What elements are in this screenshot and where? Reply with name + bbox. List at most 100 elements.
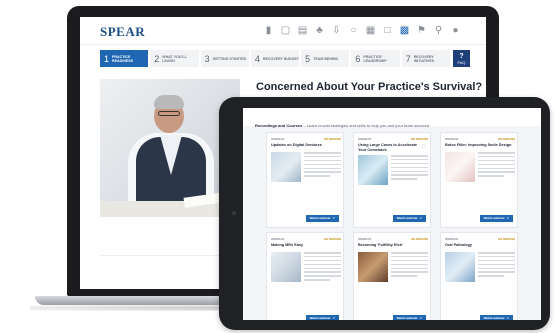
bar-chart-icon[interactable]: ▮ bbox=[263, 25, 274, 36]
faq-label: FAQ bbox=[457, 60, 466, 65]
step-label: PRACTICE LEADERSHIP bbox=[363, 54, 387, 63]
card-meta: WEBINAR ON DEMAND bbox=[271, 237, 341, 242]
step-label: RECOVERY BUDGET bbox=[262, 56, 300, 61]
card-badge: ON DEMAND bbox=[410, 237, 428, 241]
webinar-card[interactable]: WEBINAR ON DEMAND Oral Pathology Watch w… bbox=[440, 232, 518, 320]
recordings-subtitle: – Learn crucial strategies and skills to… bbox=[302, 123, 430, 128]
card-type: WEBINAR bbox=[271, 237, 285, 241]
card-meta: WEBINAR ON DEMAND bbox=[358, 237, 428, 242]
step-number: 1 bbox=[104, 53, 110, 64]
external-link-icon: ➚ bbox=[331, 316, 335, 320]
card-thumbnail bbox=[358, 252, 388, 282]
watch-webinar-button[interactable]: Watch webinar ➚ bbox=[305, 315, 339, 320]
step-label: GETTING STARTED bbox=[212, 56, 247, 61]
watch-webinar-button[interactable]: Watch webinar ➚ bbox=[392, 315, 426, 320]
person-hair bbox=[154, 95, 184, 109]
step-1[interactable]: 1 PRACTICE READINESS bbox=[100, 50, 149, 67]
question-icon: ? bbox=[459, 53, 464, 60]
card-thumbnail bbox=[445, 152, 475, 182]
card-title: Becoming 'Fulfillity Rich' bbox=[358, 243, 404, 247]
card-badge: ON DEMAND bbox=[410, 137, 428, 141]
card-meta: WEBINAR ON DEMAND bbox=[445, 237, 515, 242]
webinar-card[interactable]: WEBINAR ON DEMAND Updates on Digital Den… bbox=[266, 132, 344, 228]
watch-webinar-button[interactable]: Watch webinar ➚ bbox=[392, 215, 426, 222]
book-icon[interactable]: ▤ bbox=[297, 25, 308, 36]
step-number: 4 bbox=[254, 53, 260, 64]
webinar-card[interactable]: WEBINAR ON DEMAND Botox Filler: Improvin… bbox=[440, 132, 518, 228]
document-icon[interactable]: □ bbox=[382, 25, 393, 36]
step-number: 7 bbox=[405, 53, 411, 64]
download-icon[interactable]: ⇩ bbox=[331, 25, 342, 36]
tablet-camera bbox=[232, 211, 236, 215]
step-number: 5 bbox=[305, 53, 311, 64]
card-thumbnail bbox=[271, 252, 301, 282]
watch-webinar-button[interactable]: Watch webinar ➚ bbox=[479, 315, 513, 320]
step-label: RECOVERY INITIATIVES bbox=[413, 54, 435, 63]
step-number: 2 bbox=[154, 53, 160, 64]
card-badge: ON DEMAND bbox=[323, 237, 341, 241]
card-title: Botox Filler: Improving Smile Design bbox=[445, 143, 512, 147]
card-thumbnail bbox=[358, 155, 388, 185]
card-type: WEBINAR bbox=[358, 237, 372, 241]
step-3[interactable]: 3 GETTING STARTED bbox=[200, 50, 249, 67]
step-label: PRACTICE READINESS bbox=[112, 54, 133, 63]
step-7[interactable]: 7 RECOVERY INITIATIVES bbox=[401, 50, 450, 67]
card-thumbnail bbox=[445, 252, 475, 282]
tablet-screen: Recordings and Courses – Learn crucial s… bbox=[243, 108, 541, 320]
card-type: WEBINAR bbox=[358, 137, 372, 141]
watch-label: Watch webinar bbox=[309, 316, 331, 320]
recordings-title: Recordings and Courses bbox=[255, 123, 303, 128]
watch-webinar-button[interactable]: Watch webinar ➚ bbox=[479, 215, 513, 222]
page-title: Concerned About Your Practice's Survival… bbox=[256, 81, 483, 93]
card-badge: ON DEMAND bbox=[323, 137, 341, 141]
card-meta: WEBINAR ON DEMAND bbox=[271, 137, 341, 142]
watch-label: Watch webinar bbox=[309, 216, 331, 220]
user-icon[interactable]: ● bbox=[450, 25, 461, 36]
watch-label: Watch webinar bbox=[396, 316, 418, 320]
watch-webinar-button[interactable]: Watch webinar ➚ bbox=[305, 215, 339, 222]
site-header: SPEAR ▮ ▢ ▤ ♣ ⇩ ○ ▦ □ ▩ ⚑ ⚲ ● bbox=[80, 17, 486, 45]
step-4[interactable]: 4 RECOVERY BUDGET bbox=[250, 50, 300, 67]
progress-steps: 1 PRACTICE READINESS 2 WHAT YOU'LL LEARN… bbox=[100, 50, 470, 67]
external-link-icon: ➚ bbox=[418, 216, 422, 220]
device-mockup: SPEAR ▮ ▢ ▤ ♣ ⇩ ○ ▦ □ ▩ ⚑ ⚲ ● 1 PRACTICE… bbox=[0, 0, 554, 333]
bookmark-icon[interactable]: ⚑ bbox=[416, 25, 427, 36]
card-title: Making MRs Easy bbox=[271, 243, 304, 247]
grid-icon[interactable]: ▩ bbox=[399, 25, 410, 36]
tooth-icon[interactable]: ♣ bbox=[314, 25, 325, 36]
calendar-icon[interactable]: ▦ bbox=[365, 25, 376, 36]
webinar-card[interactable]: WEBINAR ON DEMAND Making MRs Easy Watch … bbox=[266, 232, 344, 320]
card-type: WEBINAR bbox=[271, 137, 285, 141]
card-type: WEBINAR bbox=[445, 237, 459, 241]
step-number: 6 bbox=[355, 53, 361, 64]
card-title: Oral Pathology bbox=[445, 243, 473, 247]
watch-label: Watch webinar bbox=[483, 216, 505, 220]
faq-button[interactable]: ? FAQ bbox=[453, 50, 470, 67]
card-thumbnail bbox=[271, 152, 301, 182]
step-6[interactable]: 6 PRACTICE LEADERSHIP bbox=[351, 50, 400, 67]
card-description bbox=[304, 252, 341, 283]
chat-icon[interactable]: ○ bbox=[348, 25, 359, 36]
card-badge: ON DEMAND bbox=[497, 237, 515, 241]
person-glasses bbox=[158, 111, 180, 116]
card-description bbox=[478, 152, 515, 179]
step-2[interactable]: 2 WHAT YOU'LL LEARN bbox=[150, 50, 199, 67]
external-link-icon: ➚ bbox=[505, 216, 509, 220]
brand-logo[interactable]: SPEAR bbox=[100, 24, 145, 40]
monitor-icon[interactable]: ▢ bbox=[280, 25, 291, 36]
search-icon[interactable]: ⚲ bbox=[433, 25, 444, 36]
card-title: Updates on Digital Dentures bbox=[271, 143, 322, 147]
step-5[interactable]: 5 TEAM BEHIND bbox=[301, 50, 350, 67]
card-meta: WEBINAR ON DEMAND bbox=[445, 137, 515, 142]
webinar-card[interactable]: WEBINAR ON DEMAND Using Large Cases to A… bbox=[353, 132, 431, 228]
webinar-card[interactable]: WEBINAR ON DEMAND Becoming 'Fulfillity R… bbox=[353, 232, 431, 320]
external-link-icon: ➚ bbox=[418, 316, 422, 320]
header-icons: ▮ ▢ ▤ ♣ ⇩ ○ ▦ □ ▩ ⚑ ⚲ ● bbox=[263, 25, 461, 36]
card-type: WEBINAR bbox=[445, 137, 459, 141]
card-description bbox=[391, 155, 428, 182]
card-description bbox=[391, 252, 428, 279]
bookmark-icon[interactable]: ◯ bbox=[422, 143, 426, 148]
card-badge: ON DEMAND bbox=[497, 137, 515, 141]
step-label: TEAM BEHIND bbox=[313, 56, 339, 61]
external-link-icon: ➚ bbox=[505, 316, 509, 320]
